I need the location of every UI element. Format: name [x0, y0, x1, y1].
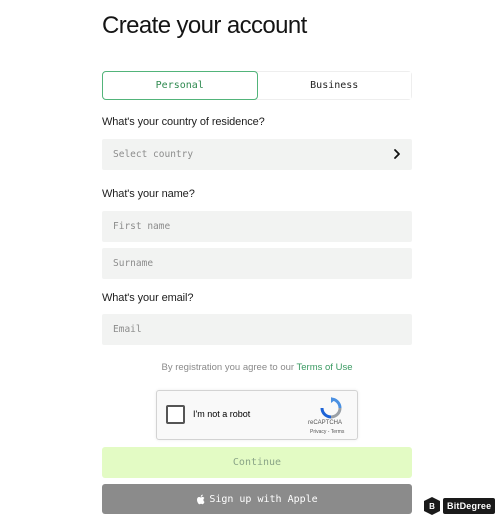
recaptcha-logo-icon [320, 397, 342, 419]
apple-icon [197, 494, 205, 504]
bitdegree-wordmark: BitDegree [443, 498, 496, 514]
recaptcha-brand: reCAPTCHA [308, 420, 343, 426]
tab-personal[interactable]: Personal [102, 71, 258, 100]
surname-field[interactable]: Surname [102, 248, 412, 279]
tab-business[interactable]: Business [257, 72, 411, 99]
chevron-right-icon [394, 149, 400, 159]
sign-up-apple-button[interactable]: Sign up with Apple [102, 484, 412, 514]
surname-placeholder: Surname [113, 258, 154, 269]
country-label: What's your country of residence? [102, 116, 265, 128]
terms-of-use-link[interactable]: Terms of Use [297, 362, 353, 373]
sign-up-apple-label: Sign up with Apple [209, 493, 318, 505]
recaptcha-checkbox[interactable] [166, 405, 185, 424]
account-type-toggle: Personal Business [102, 71, 412, 100]
page-title: Create your account [102, 12, 307, 39]
recaptcha-privacy-terms[interactable]: Privacy - Terms [310, 429, 344, 435]
recaptcha-label: I'm not a robot [193, 409, 251, 419]
first-name-field[interactable]: First name [102, 211, 412, 242]
email-placeholder: Email [113, 324, 142, 335]
terms-notice: By registration you agree to our Terms o… [102, 362, 412, 373]
terms-prefix: By registration you agree to our [161, 362, 297, 373]
country-select-placeholder: Select country [113, 149, 194, 160]
continue-button[interactable]: Continue [102, 447, 412, 478]
first-name-placeholder: First name [113, 221, 171, 232]
name-label: What's your name? [102, 188, 195, 200]
bitdegree-watermark: B BitDegree [424, 496, 496, 516]
email-field[interactable]: Email [102, 314, 412, 345]
bitdegree-logo-icon: B [424, 497, 440, 515]
recaptcha-widget: I'm not a robot reCAPTCHA Privacy - Term… [156, 390, 358, 440]
email-label: What's your email? [102, 292, 194, 304]
country-select[interactable]: Select country [102, 139, 412, 170]
